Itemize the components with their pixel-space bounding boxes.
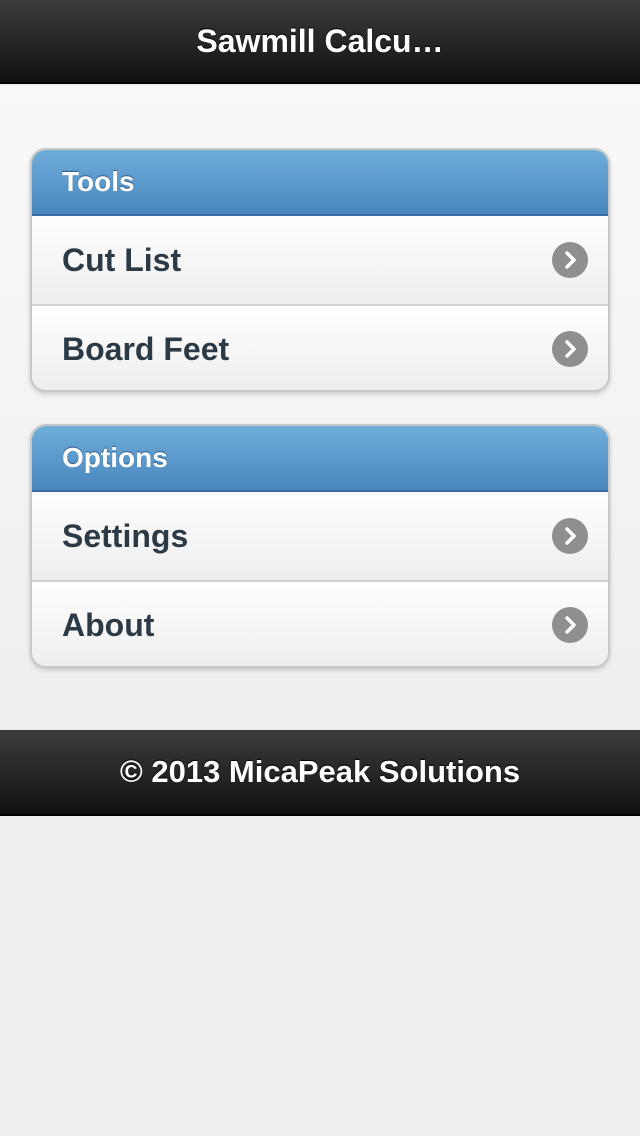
options-group-title: Options (62, 442, 168, 473)
options-group: Options Settings About (30, 424, 610, 668)
list-item-board-feet[interactable]: Board Feet (32, 304, 608, 390)
list-item-settings[interactable]: Settings (32, 492, 608, 580)
tools-group-title: Tools (62, 166, 135, 197)
chevron-right-icon (552, 518, 588, 554)
empty-background (0, 816, 640, 1136)
list-item-label: About (62, 606, 155, 643)
chevron-right-icon (552, 242, 588, 278)
tools-group: Tools Cut List Board Feet (30, 148, 610, 392)
tools-group-header: Tools (32, 150, 608, 216)
list-item-label: Board Feet (62, 330, 230, 367)
copyright-text: © 2013 MicaPeak Solutions (119, 754, 521, 789)
chevron-right-icon (552, 607, 588, 643)
options-group-header: Options (32, 426, 608, 492)
main-content: Tools Cut List Board Feet Options Settin… (0, 86, 640, 730)
list-item-about[interactable]: About (32, 580, 608, 666)
page-title: Sawmill Calcu… (196, 22, 444, 59)
header-bar: Sawmill Calcu… (0, 0, 640, 84)
list-item-label: Cut List (62, 241, 182, 278)
list-item-cut-list[interactable]: Cut List (32, 216, 608, 304)
chevron-right-icon (552, 331, 588, 367)
footer-bar: © 2013 MicaPeak Solutions (0, 730, 640, 816)
list-item-label: Settings (62, 517, 189, 554)
